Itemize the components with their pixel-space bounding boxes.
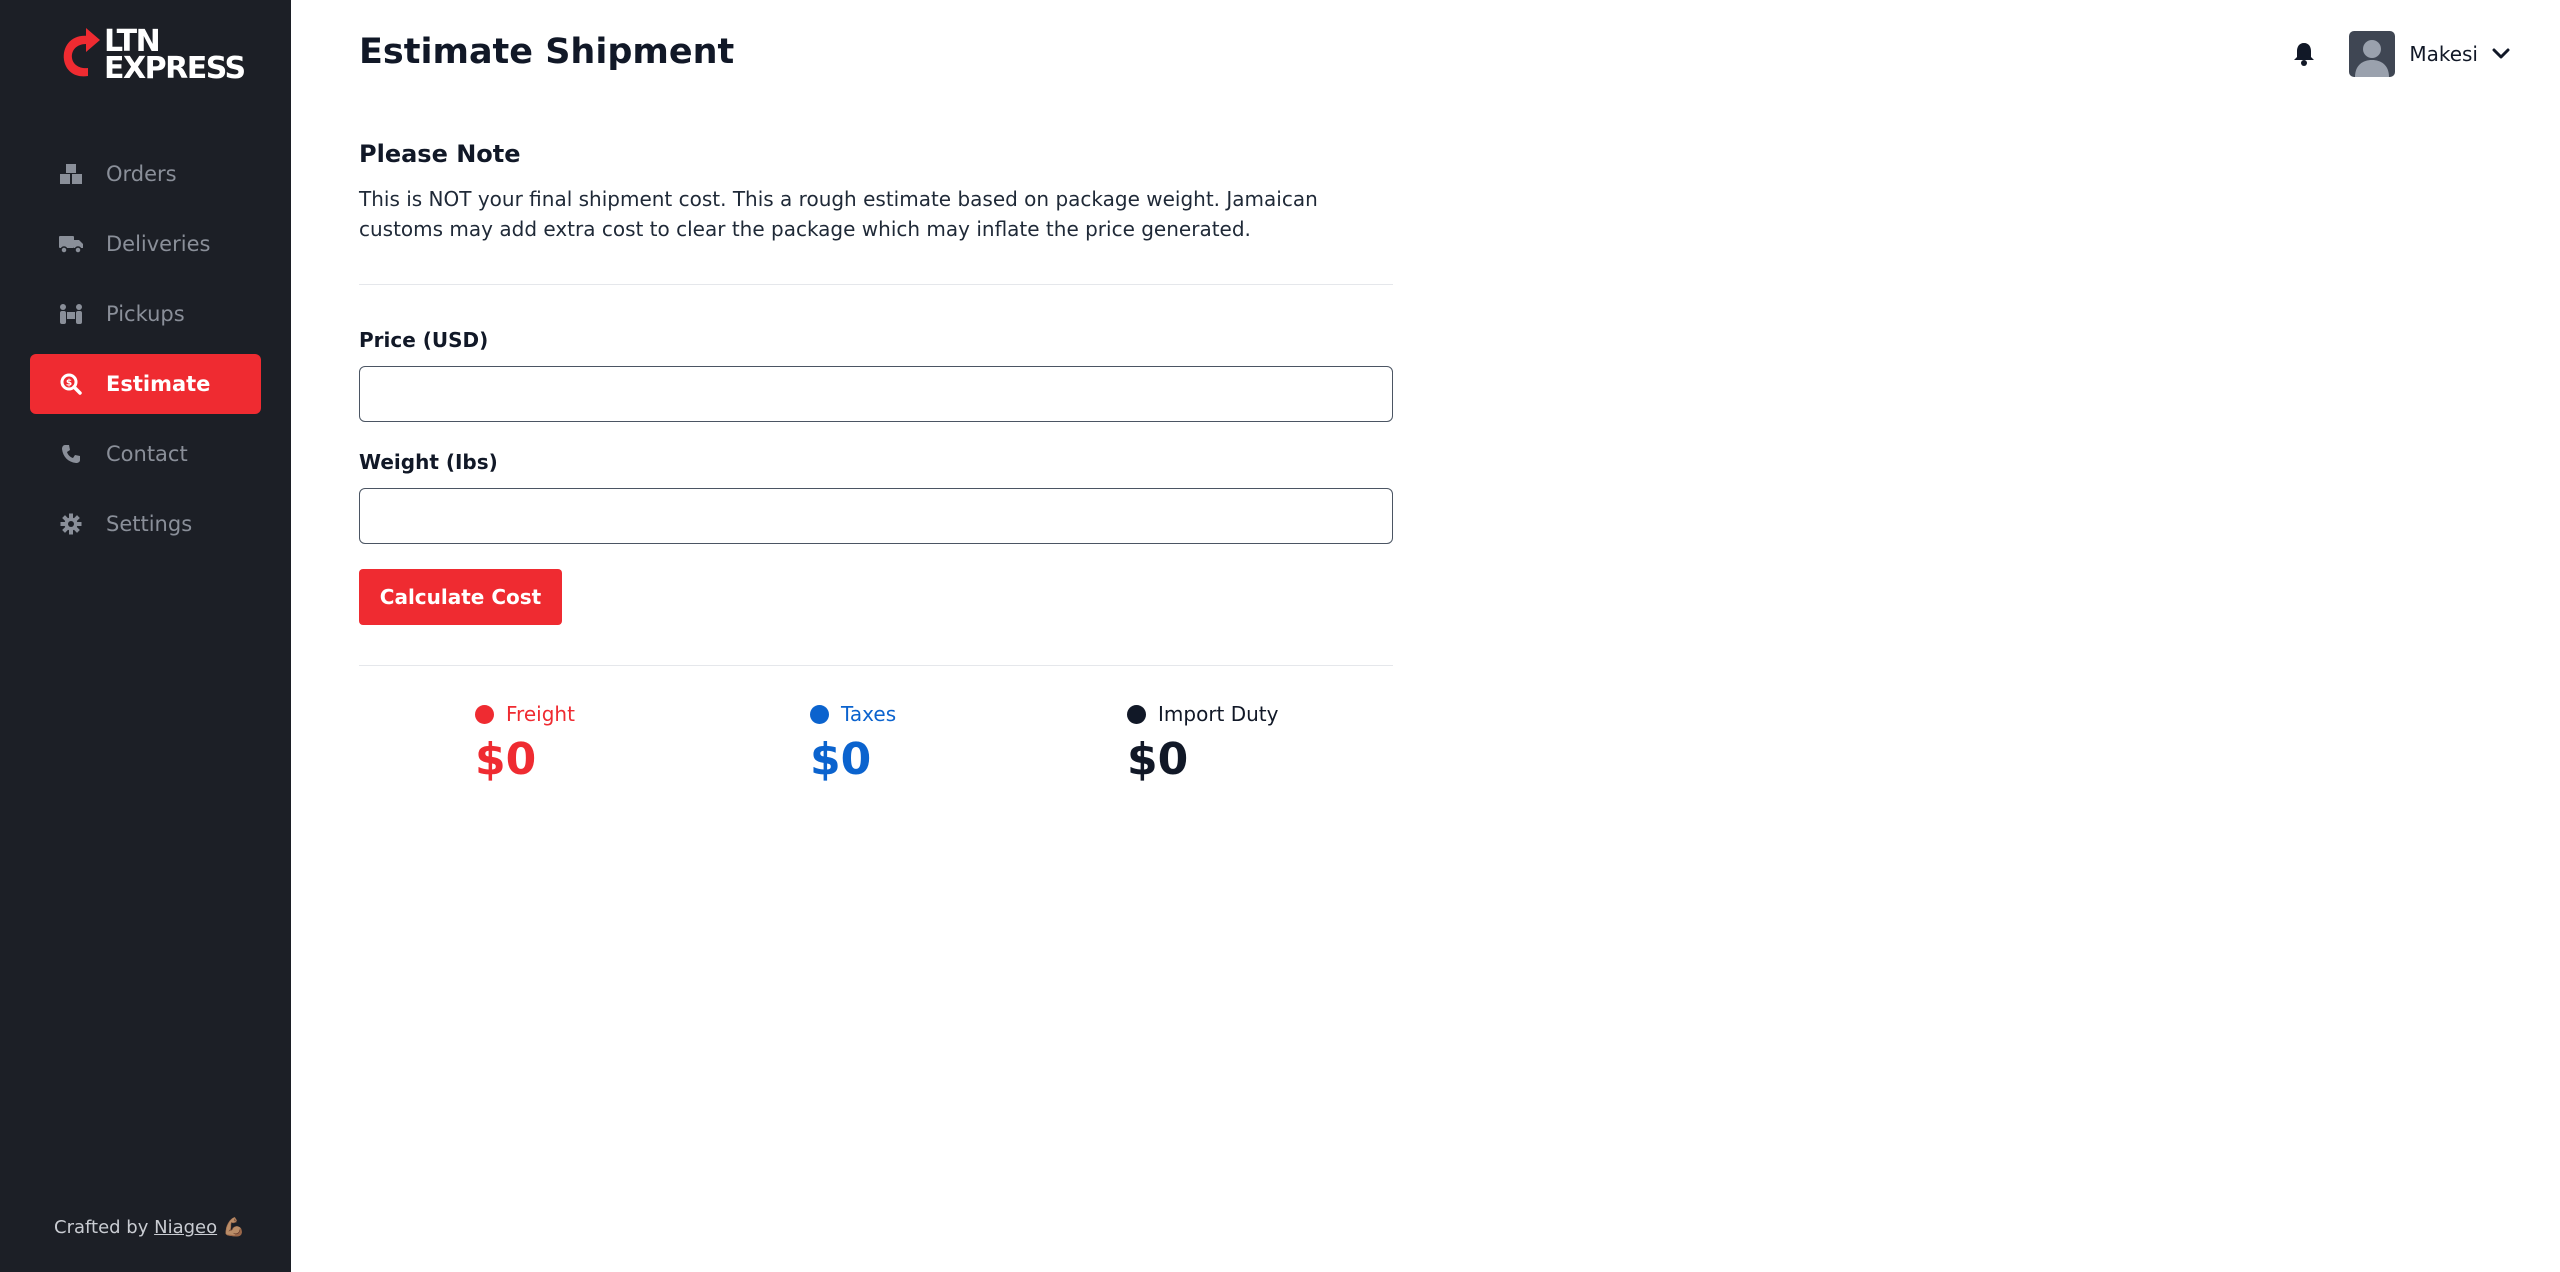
freight-dot-icon (475, 704, 494, 724)
result-import-duty: Import Duty $0 (1127, 702, 1279, 785)
sidebar-item-pickups[interactable]: Pickups (30, 284, 261, 344)
sidebar-item-contact[interactable]: Contact (30, 424, 261, 484)
svg-text:$: $ (66, 379, 72, 389)
search-dollar-icon: $ (58, 371, 84, 397)
user-silhouette-icon (2355, 40, 2390, 77)
bell-icon[interactable] (2291, 41, 2317, 67)
result-label: Taxes (841, 702, 897, 726)
page-title: Estimate Shipment (359, 32, 735, 72)
result-header: Freight (475, 702, 575, 726)
credit-link[interactable]: Niageo (154, 1217, 217, 1238)
divider (359, 665, 1393, 666)
main-content: Estimate Shipment Makesi Please Note Thi… (291, 0, 2560, 1272)
sidebar-item-label: Estimate (106, 372, 211, 396)
note-text: This is NOT your final shipment cost. Th… (359, 187, 1318, 241)
taxes-dot-icon (810, 704, 829, 724)
calculate-cost-button[interactable]: Calculate Cost (359, 569, 562, 625)
divider (359, 284, 1393, 285)
weight-label: Weight (Ibs) (359, 450, 498, 474)
note-title: Please Note (359, 140, 521, 168)
truck-icon (58, 231, 84, 257)
result-label: Import Duty (1158, 702, 1279, 726)
estimate-form-section: Please Note This is NOT your final shipm… (359, 140, 1393, 785)
result-taxes: Taxes $0 (810, 702, 896, 785)
sidebar-item-label: Orders (106, 162, 177, 186)
user-name[interactable]: Makesi (2409, 42, 2478, 66)
sidebar-item-settings[interactable]: Settings (30, 494, 261, 554)
cost-results: Freight $0 Taxes $0 Import Duty $0 (359, 702, 1393, 802)
avatar[interactable] (2349, 31, 2396, 77)
sidebar-item-label: Contact (106, 442, 188, 466)
result-freight: Freight $0 (475, 702, 575, 785)
flexed-bicep-icon: 💪🏽 (222, 1217, 246, 1238)
boxes-icon (58, 161, 84, 187)
sidebar-item-orders[interactable]: Orders (30, 144, 261, 204)
result-header: Import Duty (1127, 702, 1279, 726)
sidebar-item-deliveries[interactable]: Deliveries (30, 214, 261, 274)
price-input[interactable] (359, 366, 1393, 422)
sidebar-item-label: Deliveries (106, 232, 211, 256)
brand-logo[interactable]: LTN EXPRESS (58, 27, 246, 86)
import-duty-dot-icon (1127, 704, 1146, 724)
sidebar-nav: Orders Deliveries Pickups $ Estimate Con… (30, 144, 261, 564)
chevron-down-icon[interactable] (2492, 48, 2510, 60)
app-root: LTN EXPRESS Orders Deliveries Pickups $ … (0, 0, 2560, 1272)
sidebar-item-estimate[interactable]: $ Estimate (30, 354, 261, 414)
result-label: Freight (506, 702, 575, 726)
topbar-user-area: Makesi (2291, 31, 2510, 77)
sidebar: LTN EXPRESS Orders Deliveries Pickups $ … (0, 0, 291, 1272)
brand-name: LTN EXPRESS (104, 27, 246, 86)
weight-input[interactable] (359, 488, 1393, 544)
result-value: $0 (475, 734, 537, 785)
sidebar-item-label: Settings (106, 512, 193, 536)
phone-icon (58, 441, 84, 467)
result-value: $0 (810, 734, 872, 785)
logo-arrow-icon (63, 28, 100, 77)
credit-prefix: Crafted by (54, 1217, 155, 1238)
sidebar-item-label: Pickups (106, 302, 185, 326)
result-header: Taxes (810, 702, 896, 726)
brand-line2: EXPRESS (104, 51, 246, 86)
footer-credit: Crafted by Niageo 💪🏽 (54, 1217, 245, 1238)
people-carry-icon (58, 301, 84, 327)
gear-icon (58, 511, 84, 537)
price-label: Price (USD) (359, 328, 489, 352)
result-value: $0 (1127, 734, 1189, 785)
